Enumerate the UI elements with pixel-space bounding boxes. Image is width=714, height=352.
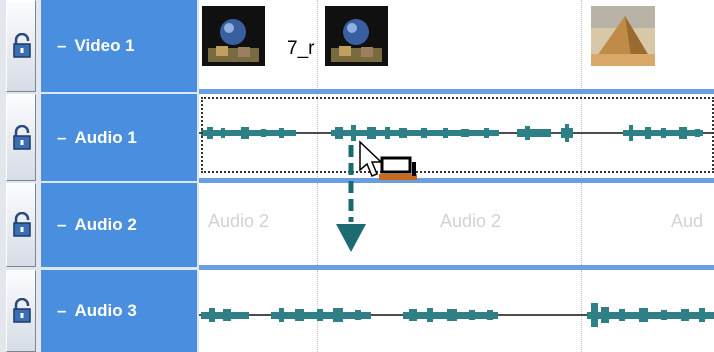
collapse-toggle[interactable]: – <box>57 215 66 235</box>
track-label-audio-2[interactable]: – Audio 2 <box>41 183 197 267</box>
track-name: Video 1 <box>74 36 135 55</box>
lock-icon <box>13 212 31 237</box>
drag-move-icon <box>379 156 417 180</box>
video-clip-thumbnail[interactable] <box>202 6 265 66</box>
lock-column <box>0 270 41 352</box>
collapse-toggle[interactable]: – <box>57 128 66 148</box>
drag-indicator <box>336 140 417 252</box>
video-clip-thumbnail[interactable] <box>591 6 655 66</box>
lock-button-video-1[interactable] <box>6 0 36 92</box>
track-name: Audio 2 <box>74 215 137 234</box>
track-label-video-1[interactable]: – Video 1 <box>41 0 197 92</box>
lock-column <box>0 0 41 92</box>
lock-icon <box>13 124 31 150</box>
selected-audio-clip[interactable] <box>201 97 714 173</box>
track-audio-3: – Audio 3 <box>0 270 714 352</box>
lock-button-audio-1[interactable] <box>6 94 36 181</box>
collapse-toggle[interactable]: – <box>57 36 66 56</box>
empty-track-placeholder: Aud <box>671 211 704 231</box>
track-label-audio-3[interactable]: – Audio 3 <box>41 270 197 352</box>
empty-track-placeholder: Audio 2 <box>440 211 502 231</box>
audio-waveform <box>199 303 714 327</box>
track-label-audio-1[interactable]: – Audio 1 <box>41 94 197 181</box>
lock-column <box>0 94 41 181</box>
collapse-toggle[interactable]: – <box>57 301 66 321</box>
video-clip-thumbnail[interactable] <box>325 6 388 66</box>
timeline: – Video 1 7_r – Audio 1 – Audio 2 Audio … <box>0 0 714 352</box>
track-name: Audio 1 <box>74 127 137 147</box>
audio-track-content[interactable] <box>199 270 714 352</box>
lock-button-audio-3[interactable] <box>6 270 36 352</box>
lock-column <box>0 183 41 267</box>
audio-track-content[interactable]: Audio 2 Audio 2 Aud <box>199 183 714 267</box>
arrow-cursor-icon <box>359 140 383 177</box>
track-video-1: – Video 1 7_r <box>0 0 714 92</box>
lock-icon <box>13 298 31 323</box>
track-name: Audio 3 <box>74 301 137 320</box>
lock-icon <box>13 33 31 58</box>
lock-button-audio-2[interactable] <box>6 183 36 267</box>
clip-name: 7_r <box>287 38 315 59</box>
empty-track-placeholder: Audio 2 <box>208 211 270 231</box>
